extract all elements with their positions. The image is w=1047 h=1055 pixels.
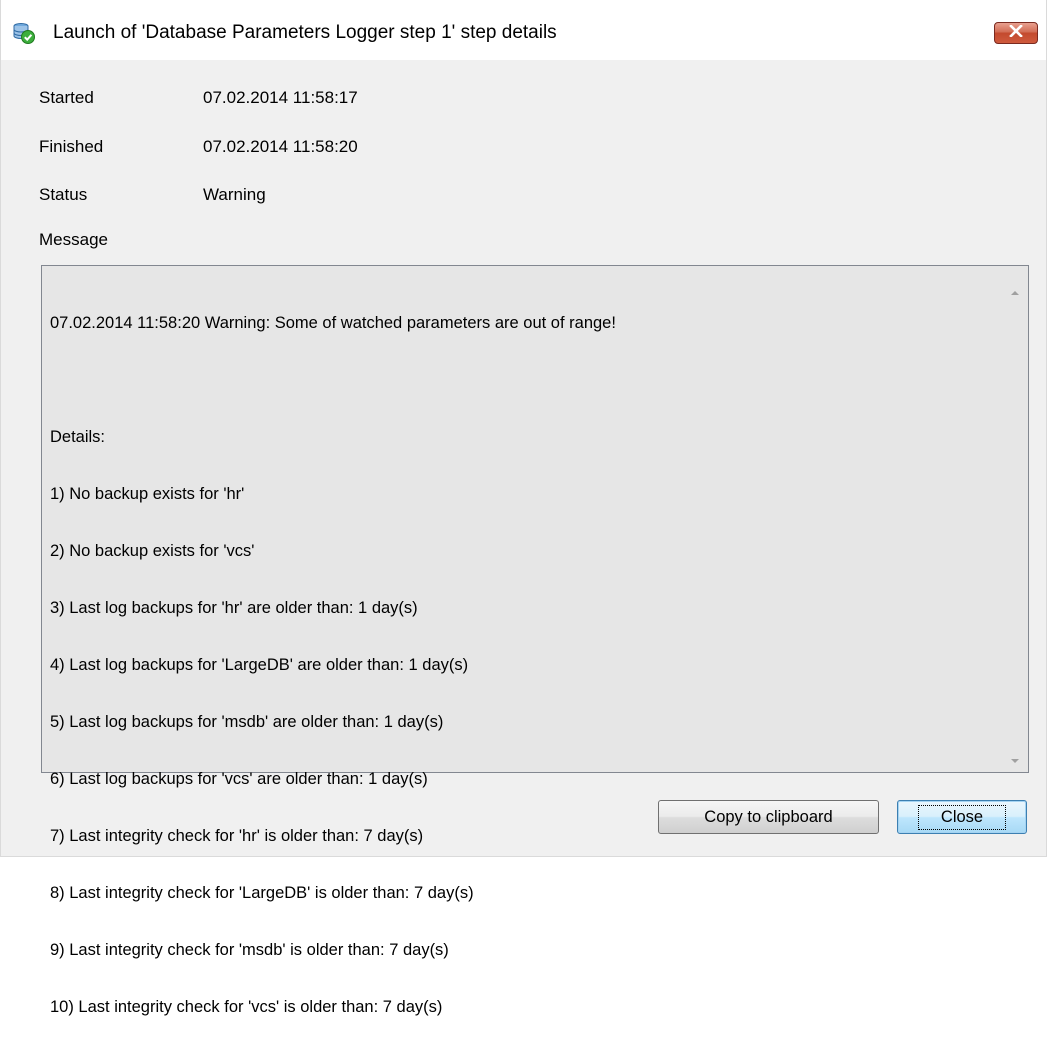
message-line: 2) No backup exists for 'vcs' xyxy=(50,542,255,560)
step-details-dialog: Launch of 'Database Parameters Logger st… xyxy=(0,0,1047,1016)
started-value: 07.02.2014 11:58:17 xyxy=(203,88,358,107)
title-bar[interactable]: Launch of 'Database Parameters Logger st… xyxy=(1,0,1046,61)
close-button-label: Close xyxy=(917,804,1007,830)
message-line: 6) Last log backups for 'vcs' are older … xyxy=(50,770,428,788)
database-check-icon xyxy=(13,22,35,44)
message-line: 4) Last log backups for 'LargeDB' are ol… xyxy=(50,656,469,674)
message-line xyxy=(50,371,990,390)
scroll-up-arrow-icon[interactable] xyxy=(1009,284,1021,295)
finished-value: 07.02.2014 11:58:20 xyxy=(203,137,358,156)
status-label: Status xyxy=(39,185,88,204)
vertical-scrollbar[interactable] xyxy=(1002,266,1028,772)
window-close-button[interactable] xyxy=(994,22,1038,44)
message-line: 9) Last integrity check for 'msdb' is ol… xyxy=(50,941,449,959)
window-title: Launch of 'Database Parameters Logger st… xyxy=(53,22,557,43)
copy-to-clipboard-button[interactable]: Copy to clipboard xyxy=(658,800,879,834)
message-content[interactable]: 07.02.2014 11:58:20 Warning: Some of wat… xyxy=(50,276,990,1055)
status-value: Warning xyxy=(203,185,266,204)
message-line: Details: xyxy=(50,428,106,446)
message-line: 1) No backup exists for 'hr' xyxy=(50,485,245,503)
scroll-down-arrow-icon[interactable] xyxy=(1009,752,1021,763)
finished-label: Finished xyxy=(39,137,104,156)
message-line: 10) Last integrity check for 'vcs' is ol… xyxy=(50,998,443,1016)
message-line: 3) Last log backups for 'hr' are older t… xyxy=(50,599,418,617)
message-label: Message xyxy=(39,230,108,249)
copy-button-label: Copy to clipboard xyxy=(704,807,833,826)
started-label: Started xyxy=(39,88,94,107)
message-line: 5) Last log backups for 'msdb' are older… xyxy=(50,713,444,731)
close-icon xyxy=(1009,24,1023,42)
message-line: 07.02.2014 11:58:20 Warning: Some of wat… xyxy=(50,314,616,332)
close-button[interactable]: Close xyxy=(897,800,1027,834)
message-line: 8) Last integrity check for 'LargeDB' is… xyxy=(50,884,474,902)
message-textarea[interactable]: 07.02.2014 11:58:20 Warning: Some of wat… xyxy=(41,265,1029,1016)
